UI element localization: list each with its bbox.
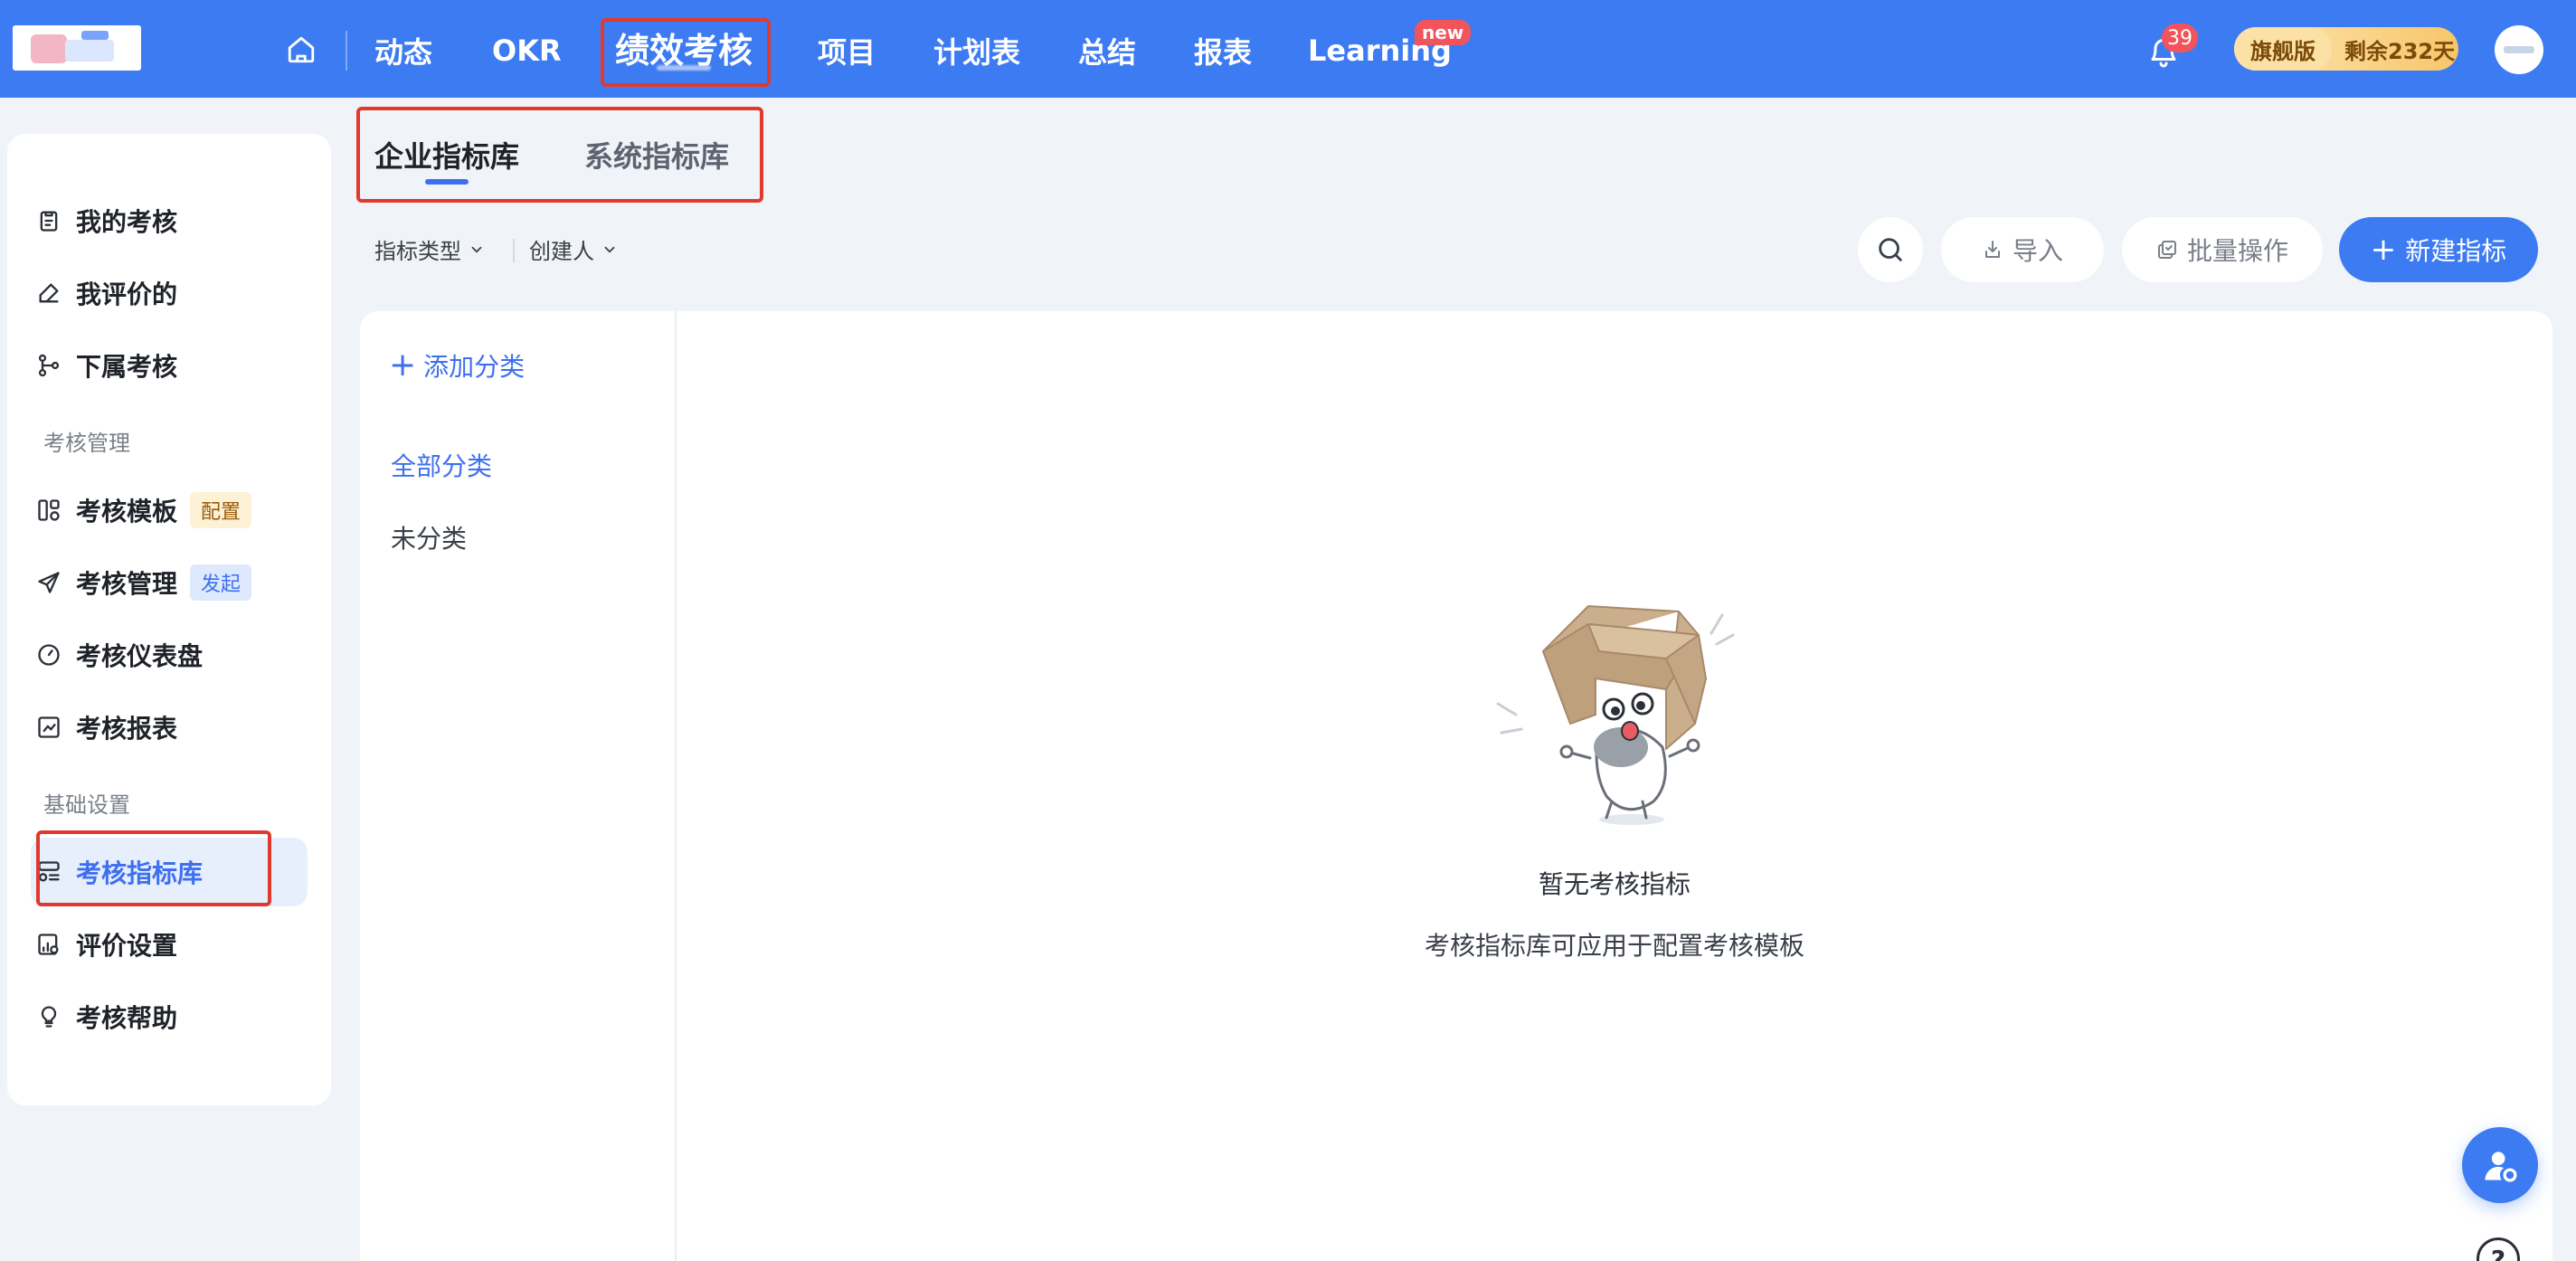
sidebar-item-label: 考核模板 — [76, 497, 178, 526]
sidebar-item-dashboard[interactable]: 考核仪表盘 — [34, 621, 306, 689]
category-uncategorized[interactable]: 未分类 — [391, 519, 467, 555]
add-category-button[interactable]: + 添加分类 — [389, 347, 525, 384]
sidebar-section-basic: 基础设置 — [43, 792, 130, 818]
category-all[interactable]: 全部分类 — [391, 447, 492, 483]
new-indicator-button[interactable]: + 新建指标 — [2339, 217, 2538, 282]
customer-service-button[interactable] — [2462, 1127, 2538, 1203]
filter-label: 指标类型 — [374, 239, 461, 264]
chart-icon — [34, 713, 63, 742]
chevron-down-icon — [604, 246, 615, 253]
rating-settings-icon — [34, 930, 63, 959]
nav-item-okr[interactable]: OKR — [492, 27, 562, 74]
sidebar-item-reports[interactable]: 考核报表 — [34, 693, 306, 762]
sidebar-item-label: 考核帮助 — [76, 1003, 178, 1033]
nav-item-projects[interactable]: 项目 — [818, 27, 876, 74]
filter-label: 创建人 — [529, 239, 594, 264]
batch-label: 批量操作 — [2186, 236, 2288, 266]
highlight-box-tabs — [356, 107, 763, 203]
plus-icon: + — [389, 346, 417, 384]
nav-item-summary[interactable]: 总结 — [1078, 27, 1136, 74]
new-badge: new — [1415, 20, 1472, 45]
nav-item-dynamics[interactable]: 动态 — [374, 27, 432, 74]
sidebar-item-templates[interactable]: 考核模板 配置 — [34, 476, 306, 545]
search-icon — [1879, 238, 1902, 261]
sidebar-item-label: 我评价的 — [76, 280, 178, 309]
sidebar-item-my-reviews[interactable]: 我评价的 — [34, 259, 306, 327]
edition-remaining: 剩余232天 — [2344, 38, 2456, 64]
send-icon — [34, 568, 63, 597]
sidebar-item-label: 评价设置 — [76, 931, 178, 961]
pen-icon — [34, 279, 63, 308]
new-indicator-label: 新建指标 — [2405, 236, 2507, 266]
sidebar-item-label: 考核管理 — [76, 569, 178, 599]
highlight-box-nav — [601, 18, 771, 87]
import-label: 导入 — [2012, 236, 2063, 266]
filter-creator[interactable]: 创建人 — [529, 233, 618, 265]
template-icon — [34, 496, 63, 525]
empty-state-title: 暂无考核指标 — [1538, 869, 1690, 899]
notification-count-badge: 39 — [2162, 24, 2198, 52]
sidebar-item-management[interactable]: 考核管理 发起 — [34, 548, 306, 617]
highlight-box-sidebar — [36, 830, 271, 906]
add-category-label: 添加分类 — [423, 352, 526, 382]
sidebar-item-label: 下属考核 — [76, 352, 178, 382]
panel-divider — [675, 311, 677, 1261]
branch-icon — [34, 351, 63, 380]
nav-divider — [346, 31, 347, 71]
bulb-icon — [34, 1002, 63, 1031]
sidebar-item-label: 考核仪表盘 — [76, 641, 204, 671]
app-root: 动态 OKR 绩效考核 项目 计划表 总结 报表 Learning new 39… — [0, 0, 2576, 1261]
edition-badge[interactable]: 旗舰版 剩余232天 — [2234, 27, 2458, 71]
import-button[interactable]: 导入 — [1941, 217, 2104, 282]
launch-tag: 发起 — [190, 564, 252, 601]
plus-icon: + — [2370, 232, 2397, 268]
sidebar-item-subordinate[interactable]: 下属考核 — [34, 331, 306, 400]
sidebar-item-rating-settings[interactable]: 评价设置 — [34, 910, 306, 979]
filter-divider — [513, 239, 515, 262]
config-tag: 配置 — [190, 492, 252, 528]
batch-icon — [2157, 241, 2176, 259]
sidebar-item-my-assessment[interactable]: 我的考核 — [34, 186, 306, 255]
sidebar-item-label: 我的考核 — [76, 207, 178, 237]
chevron-down-icon — [471, 246, 482, 253]
search-button[interactable] — [1858, 217, 1923, 282]
filter-indicator-type[interactable]: 指标类型 — [374, 233, 485, 265]
sidebar-item-label: 考核报表 — [76, 714, 178, 744]
empty-state-description: 考核指标库可应用于配置考核模板 — [1424, 931, 1804, 961]
clipboard-icon — [34, 206, 63, 235]
sidebar-section-management: 考核管理 — [43, 431, 130, 456]
import-icon — [1984, 241, 2000, 258]
gauge-icon — [34, 640, 63, 669]
user-support-icon — [2485, 1152, 2517, 1182]
sidebar-item-help[interactable]: 考核帮助 — [34, 982, 306, 1051]
batch-operation-button[interactable]: 批量操作 — [2122, 217, 2323, 282]
empty-box-illustration — [1496, 605, 1735, 825]
home-icon[interactable] — [282, 31, 320, 69]
edition-label: 旗舰版 — [2234, 27, 2332, 71]
user-avatar[interactable] — [2495, 25, 2543, 74]
company-logo[interactable] — [13, 25, 141, 71]
indicator-panel — [360, 311, 2552, 1261]
nav-item-planner[interactable]: 计划表 — [933, 27, 1020, 74]
top-navbar: 动态 OKR 绩效考核 项目 计划表 总结 报表 Learning new 39… — [0, 0, 2576, 98]
nav-item-reports[interactable]: 报表 — [1194, 27, 1252, 74]
